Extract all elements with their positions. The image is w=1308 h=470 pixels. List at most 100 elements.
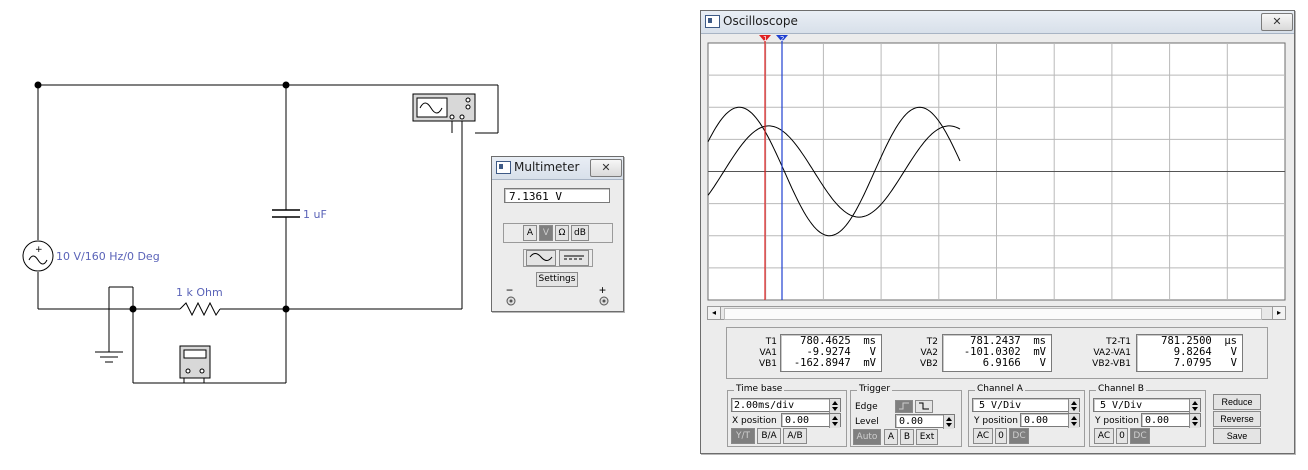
capacitor-symbol[interactable] [272,209,300,218]
sine-wave-icon [529,253,553,261]
t2-label: T2 [926,337,938,347]
timebase-scale-value: 2.00ms/div [734,400,795,411]
dt-label: T2-T1 [1106,337,1131,347]
channel-a-ypos-input[interactable]: 0.00 [1020,413,1080,428]
trigger-auto-button[interactable]: Auto [853,429,881,445]
channel-b-ac-button[interactable]: AC [1094,428,1114,444]
negative-terminal-label: − [506,283,514,297]
multimeter-device-icon[interactable] [179,345,211,379]
channel-b-scale-value: 5 V/Div [1100,400,1143,411]
cursor2-readout-box: 781.2437 ms -101.0302 mV 6.9166 V [942,334,1052,372]
channel-a-ypos-label: Y position [974,416,1019,426]
xpos-label: X position [732,416,777,426]
channel-b-ypos-label: Y position [1095,416,1140,426]
channel-a-ypos-spinner[interactable] [1068,414,1079,428]
mode-db-button[interactable]: dB [571,225,589,241]
settings-button[interactable]: Settings [536,272,578,287]
oscilloscope-device-icon[interactable] [412,93,476,122]
oscilloscope-titlebar[interactable]: Oscilloscope ✕ [701,11,1294,34]
vb1-value: -162.8947 mV [793,357,876,369]
ac-source-symbol[interactable]: + [22,240,54,272]
dvb-label: VB2-VB1 [1092,359,1131,369]
delta-readout-box: 781.2500 µs 9.8264 V 7.0795 V [1136,334,1243,372]
channel-b-scale-input[interactable]: 5 V/Div [1093,398,1201,413]
trigger-title: Trigger [857,384,893,394]
ba-mode-button[interactable]: B/A [757,428,781,444]
channel-a-dc-button[interactable]: DC [1009,428,1029,444]
falling-edge-icon [919,402,929,410]
dc-line-icon [564,255,584,260]
va1-label: VA1 [759,348,777,358]
window-icon [705,15,720,28]
t1-label: T1 [765,337,777,347]
channel-a-scale-spinner[interactable] [1068,399,1079,413]
ab-mode-button[interactable]: A/B [783,428,807,444]
xpos-value: 0.00 [785,415,810,426]
channel-b-scale-spinner[interactable] [1189,399,1200,413]
resistor-symbol[interactable] [179,301,221,317]
falling-edge-button[interactable] [915,400,933,413]
channel-a-scale-input[interactable]: 5 V/Div [972,398,1080,413]
dvb-value: 7.0795 V [1173,357,1237,369]
mode-ammeter-button[interactable]: A [523,225,537,241]
multimeter-title: Multimeter [514,160,580,174]
negative-terminal[interactable] [506,296,516,306]
timebase-scale-input[interactable]: 2.00ms/div [731,398,841,413]
level-spinner[interactable] [943,415,954,429]
horizontal-scrollbar[interactable]: ◂ ▸ [707,306,1286,320]
va2-label: VA2 [920,348,938,358]
reduce-button[interactable]: Reduce [1213,394,1261,410]
reverse-button[interactable]: Reverse [1213,411,1261,427]
channel-a-ac-button[interactable]: AC [973,428,993,444]
level-input[interactable]: 0.00 [895,414,955,429]
oscilloscope-title: Oscilloscope [723,14,798,28]
dc-mode-button[interactable] [559,250,589,266]
oscilloscope-close-button[interactable]: ✕ [1261,13,1293,31]
level-label: Level [855,417,879,427]
rising-edge-button[interactable] [895,400,913,413]
channel-a-ypos-value: 0.00 [1024,415,1049,426]
mode-ohmmeter-button[interactable]: Ω [555,225,569,241]
vb2-label: VB2 [919,359,938,369]
ground-symbol [95,351,123,363]
save-button[interactable]: Save [1213,428,1261,444]
level-value: 0.00 [899,416,924,427]
channel-a-title: Channel A [975,384,1025,394]
cursor-2-label: 2 [780,35,784,43]
dva-label: VA2-VA1 [1093,348,1131,358]
edge-label: Edge [855,402,878,412]
channel-a-scale-value: 5 V/Div [979,400,1022,411]
mode-voltmeter-button[interactable]: V [539,225,553,241]
resistor-label: 1 k Ohm [176,286,223,299]
ac-mode-button[interactable] [526,250,556,266]
scope-display[interactable]: 1 2 [707,35,1286,303]
multimeter-titlebar[interactable]: Multimeter ✕ [492,157,623,180]
ac-dc-group [523,249,593,267]
channel-b-ypos-input[interactable]: 0.00 [1141,413,1201,428]
vb1-label: VB1 [758,359,777,369]
positive-terminal-label: + [599,283,607,297]
positive-terminal[interactable] [599,296,609,306]
timebase-spinner[interactable] [829,399,840,413]
channel-b-ypos-value: 0.00 [1145,415,1170,426]
yt-mode-button[interactable]: Y/T [731,428,755,444]
channel-b-dc-button[interactable]: DC [1130,428,1150,444]
trigger-b-button[interactable]: B [900,429,914,445]
scroll-right-button[interactable]: ▸ [1272,307,1285,319]
trigger-ext-button[interactable]: Ext [916,429,938,445]
channel-a-zero-button[interactable]: 0 [995,428,1007,444]
multimeter-window: Multimeter ✕ 7.1361 V A V Ω dB Settings … [491,156,624,312]
channel-b-title: Channel B [1096,384,1146,394]
cursor-1-label: 1 [763,35,767,43]
multimeter-close-button[interactable]: ✕ [590,159,622,177]
xpos-spinner[interactable] [829,414,840,428]
timebase-title: Time base [734,384,785,394]
multimeter-reading: 7.1361 V [504,188,610,203]
xpos-input[interactable]: 0.00 [781,413,841,428]
capacitor-label: 1 uF [303,208,327,221]
channel-b-ypos-spinner[interactable] [1189,414,1200,428]
scroll-thumb[interactable] [724,308,1262,320]
trigger-a-button[interactable]: A [884,429,898,445]
channel-b-zero-button[interactable]: 0 [1116,428,1128,444]
scroll-left-button[interactable]: ◂ [708,307,721,319]
